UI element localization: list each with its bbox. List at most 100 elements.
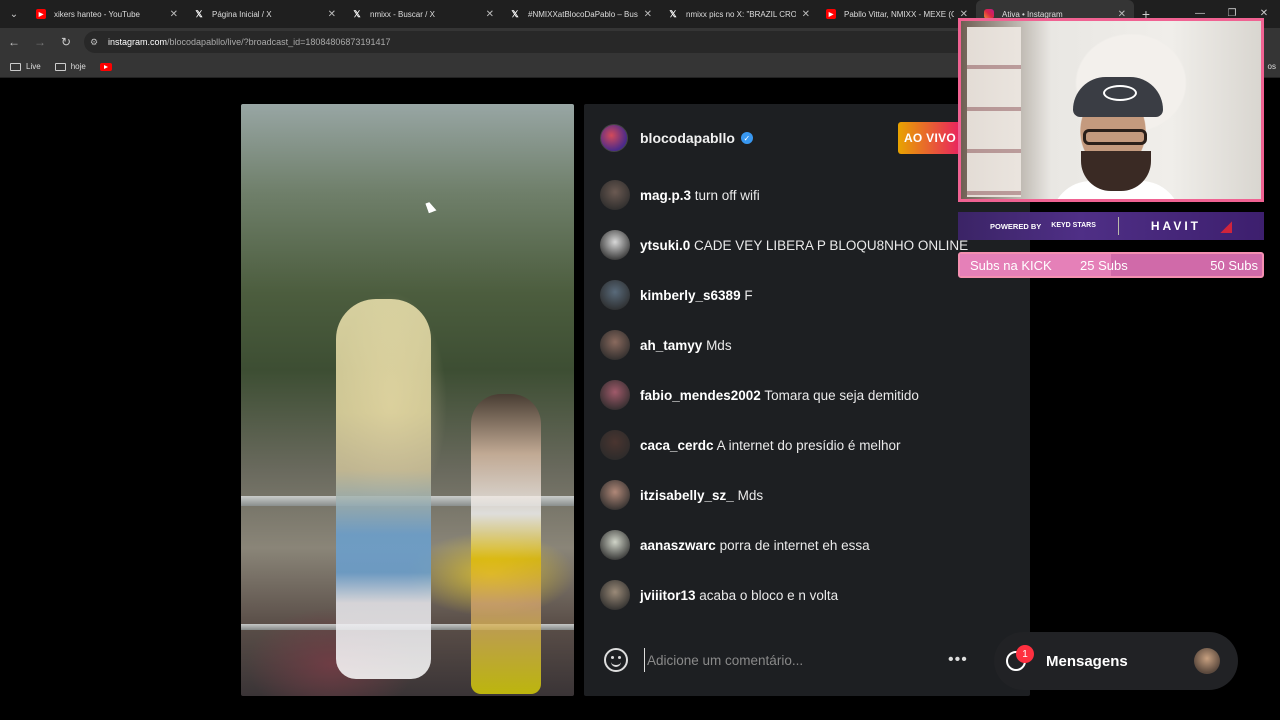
comment-row: fabio_mendes2002 Tomara que seja demitid… [600,370,1030,420]
comment-username[interactable]: aanaszwarc [640,538,716,553]
bookmark-label: hoje [70,62,86,71]
close-tab-icon[interactable]: ✕ [802,9,810,20]
comment-body: CADE VEY LIBERA P BLOQU8NHO ONLINE [694,237,969,253]
comment-text: itzisabelly_sz_ Mds [640,488,763,503]
sponsor-powered-by: POWERED BY [990,221,1042,231]
video-performer [471,394,541,694]
avatar[interactable] [600,380,630,410]
close-tab-icon[interactable]: ✕ [644,9,652,20]
sponsor-banner: POWERED BY KEYD STARS HAVIT ◢ [958,212,1264,240]
comment-row: caca_cerdc A internet do presídio é melh… [600,420,1030,470]
youtube-icon [99,62,112,71]
host-avatar[interactable] [600,124,628,152]
forward-button[interactable]: → [28,30,52,54]
avatar[interactable] [600,330,630,360]
comment-username[interactable]: kimberly_s6389 [640,288,741,303]
comment-username[interactable]: itzisabelly_sz_ [640,488,734,503]
address-path: /blocodapabllo/live/?broadcast_id=180848… [167,37,391,47]
comment-body: porra de internet eh essa [719,537,870,553]
comment-row: ah_tamyy Mds [600,320,1030,370]
browser-tab[interactable]: ▶ xikers hanteo - YouTube ✕ [28,0,186,28]
comment-username[interactable]: ytsuki.0 [640,238,690,253]
comment-username[interactable]: fabio_mendes2002 [640,388,761,403]
comment-username[interactable]: ah_tamyy [640,338,702,353]
youtube-icon: ▶ [36,9,46,19]
tab-title: #NMIXXatBlocoDaPablo – Busc [528,9,638,19]
address-host: instagram.com [108,37,168,47]
comment-row: aanaszwarc porra de internet eh essa [600,520,1030,570]
avatar[interactable] [600,430,630,460]
avatar[interactable] [600,480,630,510]
comment-row: jviiitor13 acaba o bloco e n volta [600,570,1030,620]
webcam-glasses [1083,129,1147,145]
tab-search-button[interactable]: ⌄ [0,0,28,28]
x-icon: 𝕏 [511,8,519,19]
tab-title: Pabllo Vittar, NMIXX - MEXE (O [844,9,954,19]
browser-tab[interactable]: 𝕏 Página Inicial / X ✕ [186,0,344,28]
x-icon: 𝕏 [353,8,361,19]
avatar[interactable] [600,280,630,310]
avatar[interactable] [600,530,630,560]
sponsor-brand-havit: HAVIT [1150,219,1201,233]
comment-username[interactable]: jviiitor13 [640,588,696,603]
browser-tab[interactable]: ▶ Pabllo Vittar, NMIXX - MEXE (O ✕ [818,0,976,28]
video-performer [336,299,431,679]
webcam-overlay [958,18,1264,202]
comment-text: fabio_mendes2002 Tomara que seja demitid… [640,388,919,403]
bookmark-folder-hoje[interactable]: hoje [54,62,86,71]
subs-goal: 50 Subs [1210,257,1258,273]
avatar [1194,648,1220,674]
sponsor-logo-icon: ◢ [1220,217,1232,234]
x-icon: 𝕏 [669,8,677,19]
bookmark-folder-live[interactable]: Live [10,62,41,71]
live-video[interactable] [241,104,574,696]
close-tab-icon[interactable]: ✕ [328,9,336,20]
reload-button[interactable]: ↻ [54,30,78,54]
bookmarks-overflow[interactable]: os [1268,62,1276,71]
sponsor-brand-keyd: KEYD STARS [1051,222,1096,229]
x-icon: 𝕏 [195,8,203,19]
site-info-icon[interactable]: ⚙ [90,37,104,48]
browser-tab[interactable]: 𝕏nmixx pics no X: "BRAZIL CROW ✕ [660,0,818,28]
avatar[interactable] [600,230,630,260]
comment-body: Tomara que seja demitido [764,387,919,403]
bookmark-youtube[interactable] [99,62,112,71]
host-username[interactable]: blocodapabllo [640,130,735,146]
close-tab-icon[interactable]: ✕ [170,9,178,20]
folder-icon [10,62,21,71]
comment-text: caca_cerdc A internet do presídio é melh… [640,438,900,453]
comment-text: jviiitor13 acaba o bloco e n volta [640,588,838,603]
close-tab-icon[interactable]: ✕ [486,9,494,20]
comment-text: aanaszwarc porra de internet eh essa [640,538,870,553]
comment-text: mag.p.3 turn off wifi [640,188,760,203]
youtube-icon: ▶ [826,9,836,19]
comment-body: Mds [737,487,764,503]
comment-text: ytsuki.0 CADE VEY LIBERA P BLOQU8NHO ONL… [640,238,968,253]
comment-text: ah_tamyy Mds [640,338,732,353]
verified-badge-icon: ✓ [740,132,753,144]
browser-tab[interactable]: 𝕏nmixx - Buscar / X ✕ [344,0,502,28]
more-options-button[interactable]: ••• [948,651,968,669]
comment-username[interactable]: mag.p.3 [640,188,691,203]
sponsor-divider [1117,217,1119,235]
avatar[interactable] [600,180,630,210]
tab-title: Página Inicial / X [212,9,272,19]
comment-text: kimberly_s6389 F [640,288,753,303]
back-button[interactable]: ← [2,30,26,54]
comment-row: itzisabelly_sz_ Mds [600,470,1030,520]
comment-username[interactable]: caca_cerdc [640,438,714,453]
live-header: blocodapabllo ✓ AO VIVO [600,122,1000,154]
folder-icon [54,62,66,71]
comment-composer: ••• [604,646,1014,674]
comment-body: Mds [706,337,732,353]
tab-title: nmixx pics no X: "BRAZIL CROW [686,9,796,19]
tab-title: nmixx - Buscar / X [370,9,435,19]
bookmark-label: Live [26,62,41,71]
comment-body: acaba o bloco e n volta [699,587,839,603]
emoji-icon[interactable] [604,648,628,672]
comment-input[interactable] [644,648,934,672]
avatar[interactable] [600,580,630,610]
browser-tab[interactable]: 𝕏 #NMIXXatBlocoDaPablo – Busc ✕ [502,0,660,28]
subs-current: 25 Subs [1080,257,1128,273]
comment-body: F [744,287,753,303]
